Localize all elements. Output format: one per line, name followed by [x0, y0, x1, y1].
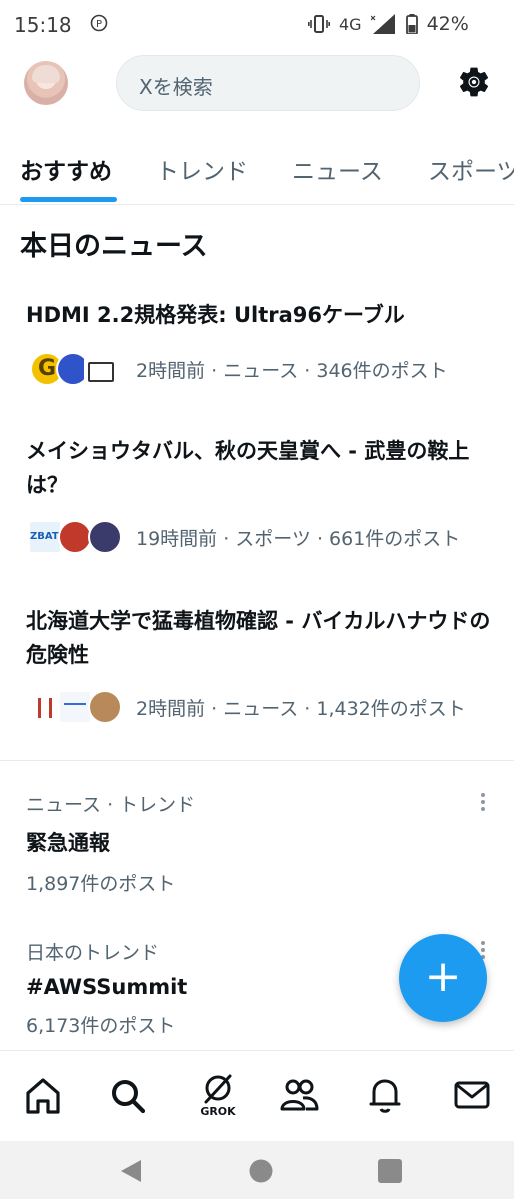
- compose-post-button[interactable]: +: [399, 934, 487, 1022]
- tab-bar: おすすめ トレンド ニュース スポーツ: [0, 140, 514, 205]
- source-avatar: [58, 520, 92, 554]
- news-meta-text: 2時間前 · ニュース · 346件のポスト: [136, 359, 448, 382]
- grok-label: GROK: [200, 1105, 236, 1118]
- news-source-avatars: ZBAT!: [26, 518, 126, 556]
- tab-sports[interactable]: スポーツ: [428, 152, 514, 186]
- tab-recommended[interactable]: おすすめ: [20, 152, 112, 186]
- bottom-nav: GROK: [0, 1050, 514, 1141]
- news-headline: HDMI 2.2規格発表: Ultra96ケーブル: [26, 303, 405, 327]
- home-button-icon[interactable]: [248, 1158, 274, 1184]
- news-source-avatars: [26, 688, 126, 726]
- home-icon[interactable]: [23, 1073, 63, 1117]
- tab-news[interactable]: ニュース: [292, 152, 383, 186]
- news-meta-text: 19時間前 · スポーツ · 661件のポスト: [136, 527, 461, 550]
- news-headline: 北海道大学で猛毒植物確認 - バイカルハナウドの危険性: [26, 609, 491, 667]
- section-title: 本日のニュース: [20, 231, 208, 262]
- search-placeholder: Xを検索: [139, 75, 213, 99]
- source-avatar: [28, 690, 62, 724]
- back-icon[interactable]: [116, 1156, 146, 1186]
- profile-avatar[interactable]: [24, 61, 68, 105]
- source-avatar: [84, 352, 118, 386]
- source-avatar: [88, 520, 122, 554]
- grok-icon: [204, 1074, 232, 1104]
- active-tab-indicator: [20, 197, 117, 202]
- news-meta-text: 2時間前 · ニュース · 1,432件のポスト: [136, 697, 466, 720]
- network-type: 4G: [339, 14, 362, 34]
- source-avatar: ZBAT!: [28, 520, 62, 554]
- news-item[interactable]: HDMI 2.2規格発表: Ultra96ケーブル G 2時間前 · ニュース …: [26, 298, 492, 398]
- signal-icon: [370, 14, 395, 34]
- recents-icon[interactable]: [377, 1158, 403, 1184]
- news-meta: ZBAT! 19時間前 · スポーツ · 661件のポスト: [26, 518, 460, 556]
- tab-trending[interactable]: トレンド: [156, 152, 248, 186]
- news-item[interactable]: メイショウタバル、秋の天皇賞へ - 武豊の鞍上は？ ZBAT! 19時間前 · …: [26, 434, 492, 564]
- communities-icon[interactable]: [279, 1073, 319, 1117]
- news-meta: G 2時間前 · ニュース · 346件のポスト: [26, 350, 448, 388]
- section-divider: [0, 760, 514, 761]
- news-source-avatars: G: [26, 350, 126, 388]
- status-right: 4G 42%: [308, 13, 469, 35]
- source-avatar: [88, 690, 122, 724]
- source-avatar: [58, 690, 92, 724]
- more-options-icon[interactable]: [480, 790, 486, 814]
- messages-icon[interactable]: [452, 1073, 492, 1117]
- search-input[interactable]: Xを検索: [116, 55, 420, 111]
- notifications-icon[interactable]: [365, 1073, 405, 1117]
- system-navigation-bar: [0, 1141, 514, 1199]
- vibrate-icon: [308, 15, 330, 33]
- grok-button[interactable]: GROK: [198, 1073, 238, 1118]
- news-item[interactable]: 北海道大学で猛毒植物確認 - バイカルハナウドの危険性 2時間前 · ニュース …: [26, 604, 492, 734]
- status-bar: 15:18 P 4G 42%: [0, 0, 514, 50]
- status-time: 15:18: [14, 13, 72, 37]
- battery-icon: [405, 14, 418, 34]
- trend-name: 緊急通報: [26, 831, 110, 855]
- battery-level: 42%: [426, 13, 469, 35]
- gear-icon[interactable]: [456, 64, 492, 100]
- trend-item[interactable]: ニュース · トレンド 緊急通報 1,897件のポスト: [26, 790, 492, 896]
- news-headline: メイショウタバル、秋の天皇賞へ - 武豊の鞍上は？: [26, 439, 470, 497]
- svg-text:P: P: [96, 19, 102, 30]
- trend-context: ニュース · トレンド: [26, 794, 196, 816]
- data-saver-icon: P: [90, 14, 108, 32]
- news-meta: 2時間前 · ニュース · 1,432件のポスト: [26, 688, 466, 726]
- search-icon[interactable]: [108, 1073, 148, 1117]
- trend-post-count: 1,897件のポスト: [26, 873, 176, 895]
